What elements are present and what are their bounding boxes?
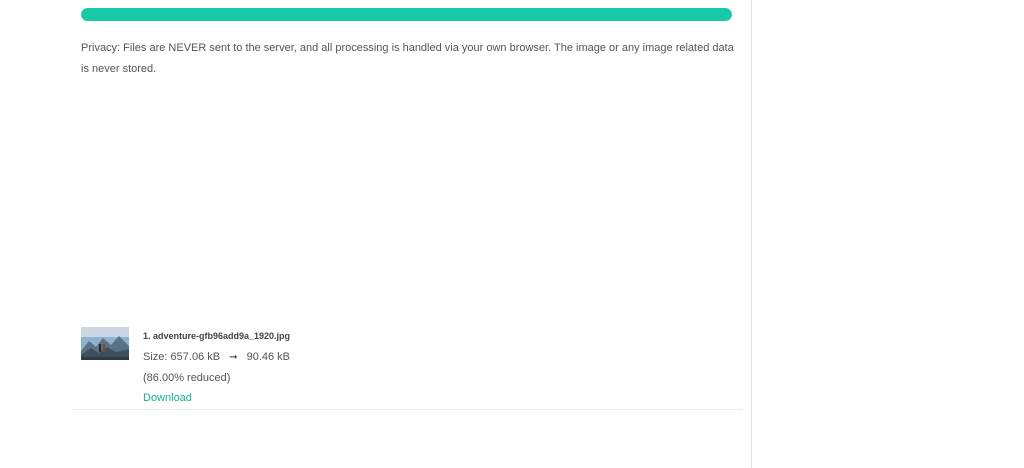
original-size: 657.06 kB (170, 351, 221, 363)
page: Privacy: Files are NEVER sent to the ser… (0, 0, 1024, 468)
file-name: 1. adventure-gfb96add9a_1920.jpg (143, 331, 291, 341)
progress-bar (81, 8, 732, 21)
arrow-right-icon: ➞ (229, 352, 238, 363)
main-content: Privacy: Files are NEVER sent to the ser… (0, 0, 752, 468)
right-sidebar (752, 0, 1024, 468)
thumbnail-image (81, 327, 129, 360)
download-link[interactable]: Download (143, 392, 192, 404)
cut-off-text-glyphs: ▁▁▁ ▁▁▁▁▁ ▁▁▁▁▁▁ ▁▁ ▁▁▁▁▁▁▁▁ ▁▁▁▁▁▁ ▁▁▁▁… (72, 463, 722, 468)
divider (72, 409, 742, 410)
cut-off-text-line: ▁▁▁ ▁▁▁▁▁ ▁▁▁▁▁▁ ▁▁ ▁▁▁▁▁▁▁▁ ▁▁▁▁▁▁ ▁▁▁▁… (72, 463, 722, 468)
privacy-note: Privacy: Files are NEVER sent to the ser… (81, 42, 734, 75)
size-label: Size: (143, 351, 168, 363)
result-item: 1. adventure-gfb96add9a_1920.jpg Size: 6… (81, 326, 731, 408)
progress-fill (81, 8, 732, 21)
mountain-photo-thumbnail-icon (81, 327, 129, 360)
reduction-percentage: (86.00% reduced) (143, 372, 231, 384)
size-line: Size: 657.06 kB ➞ 90.46 kB (143, 351, 290, 363)
compressed-size: 90.46 kB (246, 351, 291, 363)
